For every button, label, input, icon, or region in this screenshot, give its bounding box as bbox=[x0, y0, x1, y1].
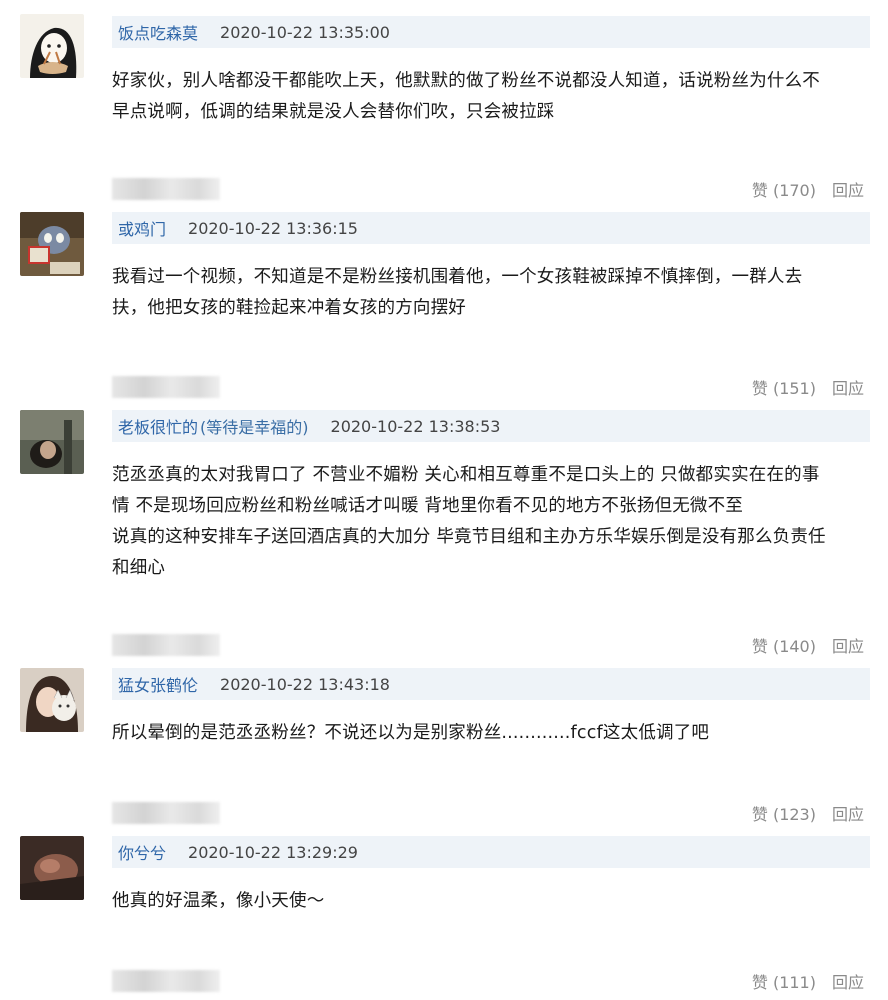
username-link[interactable]: 猛女张鹤伦 bbox=[118, 672, 198, 696]
avatar[interactable] bbox=[20, 668, 84, 732]
blurred-source-label bbox=[112, 178, 220, 200]
comment-line: 说真的这种安排车子送回酒店真的大加分 毕竟节目组和主办方乐华娱乐倒是没有那么负责… bbox=[112, 527, 826, 547]
person-photo-icon bbox=[20, 410, 84, 474]
comment-actions: 赞 (151) 回应 bbox=[752, 372, 864, 402]
comment-actions: 赞 (111) 回应 bbox=[752, 966, 864, 996]
comment-actions: 赞 (123) 回应 bbox=[752, 798, 864, 828]
comment-text: 好家伙，别人啥都没干都能吹上天，他默默的做了粉丝不说都没人知道，话说粉丝为什么不… bbox=[112, 66, 870, 128]
timestamp: 2020-10-22 13:38:53 bbox=[330, 416, 501, 436]
comment-header: 猛女张鹤伦 2020-10-22 13:43:18 bbox=[112, 668, 870, 700]
comment-line: 情 不是现场回应粉丝和粉丝喊话才叫暖 背地里你看不见的地方不张扬但无微不至 bbox=[112, 496, 744, 516]
blurred-source-label bbox=[112, 634, 220, 656]
blurred-source-label bbox=[112, 802, 220, 824]
comment-header: 或鸡门 2020-10-22 13:36:15 bbox=[112, 212, 870, 244]
like-button[interactable]: 赞 (151) bbox=[752, 375, 816, 399]
username-link[interactable]: 饭点吃森莫 bbox=[118, 20, 198, 44]
avatar[interactable] bbox=[20, 836, 84, 900]
comment-footer: 赞 (170) 回应 bbox=[112, 174, 870, 204]
username-link[interactable]: 老板很忙的 bbox=[118, 414, 198, 438]
timestamp: 2020-10-22 13:35:00 bbox=[220, 22, 390, 42]
comment-footer: 赞 (140) 回应 bbox=[112, 630, 870, 660]
like-button[interactable]: 赞 (123) bbox=[752, 801, 816, 825]
dark-photo-icon bbox=[20, 836, 84, 900]
comment-header: 你兮兮 2020-10-22 13:29:29 bbox=[112, 836, 870, 868]
reply-button[interactable]: 回应 bbox=[832, 801, 864, 825]
comment-footer: 赞 (123) 回应 bbox=[112, 798, 870, 828]
like-button[interactable]: 赞 (111) bbox=[752, 969, 816, 993]
cartoon-cat-reading-icon bbox=[20, 212, 84, 276]
like-button[interactable]: 赞 (140) bbox=[752, 633, 816, 657]
comment-footer: 赞 (151) 回应 bbox=[112, 372, 870, 402]
user-tagline: (等待是幸福的) bbox=[200, 418, 309, 437]
timestamp: 2020-10-22 13:36:15 bbox=[188, 218, 358, 238]
comment-footer: 赞 (111) 回应 bbox=[112, 966, 870, 996]
comment-line: 好家伙，别人啥都没干都能吹上天，他默默的做了粉丝不说都没人知道，话说粉丝为什么不 bbox=[112, 71, 820, 91]
comment-actions: 赞 (140) 回应 bbox=[752, 630, 864, 660]
timestamp: 2020-10-22 13:43:18 bbox=[220, 674, 390, 694]
comment-line: 扶，他把女孩的鞋捡起来冲着女孩的方向摆好 bbox=[112, 298, 466, 318]
avatar[interactable] bbox=[20, 410, 84, 474]
comment-header: 饭点吃森莫 2020-10-22 13:35:00 bbox=[112, 16, 870, 48]
comment-text: 我看过一个视频，不知道是不是粉丝接机围着他，一个女孩鞋被踩掉不慎摔倒，一群人去 … bbox=[112, 262, 870, 324]
comment-line: 我看过一个视频，不知道是不是粉丝接机围着他，一个女孩鞋被踩掉不慎摔倒，一群人去 bbox=[112, 267, 803, 287]
comment-text: 他真的好温柔，像小天使～ bbox=[112, 886, 870, 917]
comment-text: 所以晕倒的是范丞丞粉丝？不说还以为是别家粉丝............fccf这太… bbox=[112, 718, 870, 749]
comment-line: 和细心 bbox=[112, 558, 166, 578]
comment-line: 所以晕倒的是范丞丞粉丝？不说还以为是别家粉丝............fccf这太… bbox=[112, 723, 710, 743]
girl-with-cat-icon bbox=[20, 668, 84, 732]
avatar[interactable] bbox=[20, 212, 84, 276]
avatar[interactable] bbox=[20, 14, 84, 78]
comment-header: 老板很忙的 (等待是幸福的) 2020-10-22 13:38:53 bbox=[112, 410, 870, 442]
comment-line: 范丞丞真的太对我胃口了 不营业不媚粉 关心和相互尊重不是口头上的 只做都实实在在… bbox=[112, 465, 820, 485]
blurred-source-label bbox=[112, 376, 220, 398]
cartoon-girl-eating-icon bbox=[20, 14, 84, 78]
like-button[interactable]: 赞 (170) bbox=[752, 177, 816, 201]
reply-button[interactable]: 回应 bbox=[832, 633, 864, 657]
reply-button[interactable]: 回应 bbox=[832, 969, 864, 993]
username-link[interactable]: 或鸡门 bbox=[118, 216, 166, 240]
timestamp: 2020-10-22 13:29:29 bbox=[188, 842, 358, 862]
comment-actions: 赞 (170) 回应 bbox=[752, 174, 864, 204]
blurred-source-label bbox=[112, 970, 220, 992]
comment-line: 他真的好温柔，像小天使～ bbox=[112, 891, 325, 911]
reply-button[interactable]: 回应 bbox=[832, 177, 864, 201]
username-link[interactable]: 你兮兮 bbox=[118, 840, 166, 864]
comment-text: 范丞丞真的太对我胃口了 不营业不媚粉 关心和相互尊重不是口头上的 只做都实实在在… bbox=[112, 460, 870, 584]
reply-button[interactable]: 回应 bbox=[832, 375, 864, 399]
comment-line: 早点说啊，低调的结果就是没人会替你们吹，只会被拉踩 bbox=[112, 102, 555, 122]
